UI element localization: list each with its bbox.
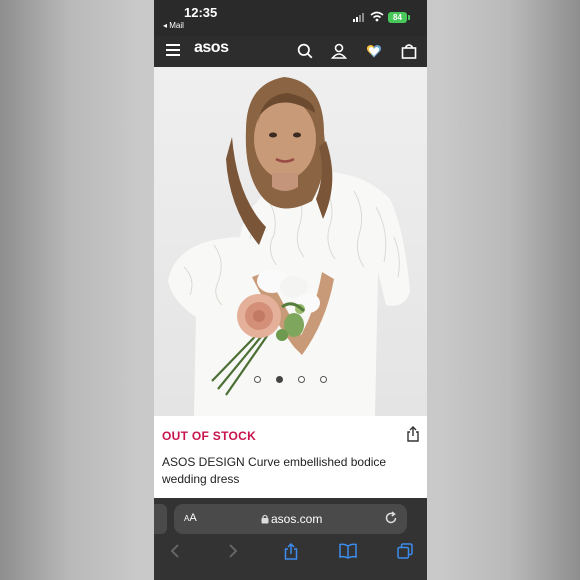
battery-indicator: 84 xyxy=(388,12,407,23)
product-info: OUT OF STOCK ASOS DESIGN Curve embellish… xyxy=(154,416,427,498)
safari-bottom-bar: AA asos.com xyxy=(154,498,427,580)
product-title: ASOS DESIGN Curve embellished bodice wed… xyxy=(162,455,387,486)
browser-share-icon[interactable] xyxy=(284,543,298,560)
product-photo-illustration xyxy=(154,67,427,416)
bag-icon[interactable] xyxy=(401,43,417,59)
account-icon[interactable] xyxy=(331,43,347,59)
saved-heart-icon[interactable] xyxy=(366,43,382,59)
hamburger-icon[interactable] xyxy=(166,44,181,56)
forward-arrow-icon[interactable] xyxy=(227,543,239,559)
phone-screen: 12:35 ◂ Mail 84 asos OUT OF STOCK ASOS D… xyxy=(154,0,427,580)
cellular-signal-icon xyxy=(353,13,367,22)
carousel-dot-4[interactable] xyxy=(320,376,327,383)
tabs-icon[interactable] xyxy=(397,543,413,559)
share-icon[interactable] xyxy=(406,426,420,442)
back-to-mail-link[interactable]: ◂ Mail xyxy=(163,21,184,30)
battery-tip xyxy=(408,15,410,20)
address-bar[interactable]: AA asos.com xyxy=(174,504,407,534)
carousel-dot-1[interactable] xyxy=(254,376,261,383)
text-size-button[interactable]: AA xyxy=(184,512,197,524)
asos-header: asos xyxy=(154,36,427,67)
url-text: asos.com xyxy=(271,512,323,526)
back-arrow-icon[interactable] xyxy=(169,543,181,559)
search-icon[interactable] xyxy=(297,43,313,59)
previous-tab-peek[interactable] xyxy=(154,504,167,534)
product-image[interactable] xyxy=(154,67,427,416)
wifi-icon xyxy=(370,11,384,22)
image-carousel-dots xyxy=(154,376,427,386)
stock-status: OUT OF STOCK xyxy=(162,429,257,443)
asos-logo[interactable]: asos xyxy=(194,39,229,57)
carousel-dot-3[interactable] xyxy=(298,376,305,383)
reload-icon[interactable] xyxy=(384,511,398,525)
bookmarks-icon[interactable] xyxy=(339,543,357,559)
status-bar: 12:35 ◂ Mail 84 xyxy=(154,0,427,36)
status-time: 12:35 xyxy=(184,5,218,20)
carousel-dot-2[interactable] xyxy=(276,376,283,383)
lock-icon xyxy=(261,514,269,524)
